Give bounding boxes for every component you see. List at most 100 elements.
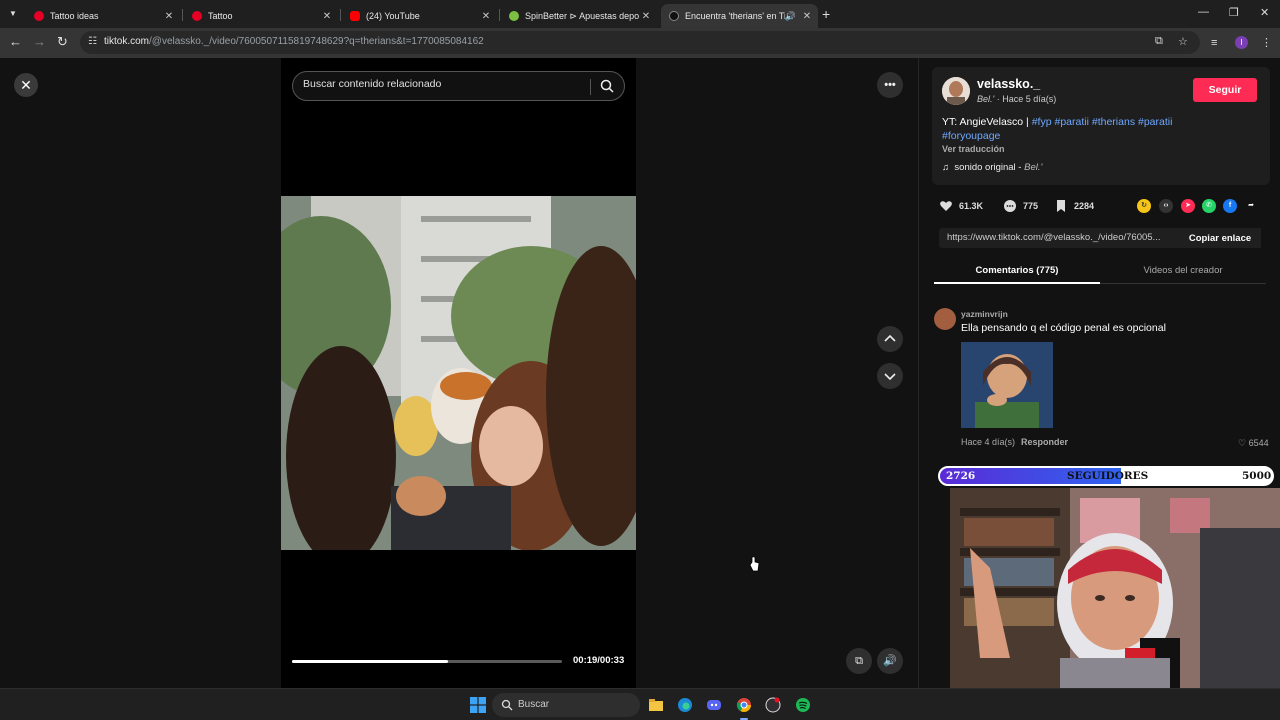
windows-start-icon[interactable] (470, 697, 486, 713)
tab-separator (182, 9, 183, 21)
windows-taskbar: Buscar (0, 688, 1280, 720)
file-explorer-icon[interactable] (648, 697, 664, 713)
heart-icon (940, 201, 952, 211)
repost-icon[interactable]: ↻ (1137, 199, 1151, 213)
comment-button[interactable]: 775 (1003, 196, 1038, 216)
follower-goal-bar: 2726 SEGUIDORES 5000 (938, 466, 1274, 486)
pinterest-icon (34, 11, 44, 21)
save-button[interactable]: 2284 (1054, 196, 1094, 216)
video-time: 00:19/00:33 (573, 655, 625, 666)
spotify-icon[interactable] (795, 697, 811, 713)
video-progress-bar[interactable] (292, 660, 562, 663)
menu-dots-icon[interactable]: ⋮ (1261, 36, 1272, 50)
close-icon[interactable]: ✕ (639, 11, 653, 22)
url-text[interactable]: tiktok.com/@velassko._/video/76005071158… (104, 36, 484, 47)
comment-age: Hace 4 día(s) (961, 437, 1016, 447)
profile-avatar[interactable]: I (1235, 36, 1248, 49)
discord-icon[interactable] (706, 697, 722, 713)
creator-avatar[interactable] (942, 77, 970, 105)
video-frame[interactable] (281, 196, 636, 550)
install-app-icon[interactable]: ⧉ (1155, 35, 1163, 48)
bookmark-star-icon[interactable]: ☆ (1178, 35, 1188, 48)
copy-link-button[interactable]: Copiar enlace (1179, 228, 1261, 248)
comment-count: 775 (1023, 201, 1039, 211)
related-search-bar[interactable] (292, 71, 625, 101)
site-info-icon[interactable]: ☷ (88, 36, 97, 47)
sticker-illustration (961, 342, 1053, 428)
tab-tattoo-ideas[interactable]: Tattoo ideas ✕ (26, 4, 180, 28)
follow-button[interactable]: Seguir (1193, 78, 1257, 102)
close-icon[interactable]: ✕ (320, 11, 334, 22)
close-video-button[interactable]: ✕ (14, 73, 38, 97)
sound-link[interactable]: ♫ sonido original - Bel.' (942, 162, 1042, 173)
tab-separator (499, 9, 500, 21)
panel-tabs: Comentarios (775) Videos del creador (934, 258, 1266, 284)
edge-icon[interactable] (677, 697, 693, 713)
window-close-icon[interactable]: ✕ (1260, 6, 1269, 19)
share-arrow-icon[interactable]: ➦ (1244, 199, 1258, 213)
bookmark-icon (1057, 200, 1065, 212)
minimize-icon[interactable]: — (1198, 6, 1209, 18)
related-search-input[interactable] (303, 78, 583, 90)
floating-player-button[interactable]: ⧉ (846, 648, 872, 674)
commenter-username[interactable]: yazminvrijn (961, 309, 1008, 319)
see-translation-link[interactable]: Ver traducción (942, 144, 1005, 154)
speaker-icon[interactable]: 🔊 (785, 11, 796, 22)
tab-tiktok[interactable]: Encuentra 'therians' en TikTok 🔊 ✕ (661, 4, 818, 28)
forward-icon[interactable]: → (33, 35, 46, 49)
previous-video-button[interactable] (877, 326, 903, 352)
commenter-avatar[interactable] (934, 308, 956, 330)
follower-goal-target: 5000 (1242, 470, 1272, 482)
chevron-up-icon (884, 334, 896, 342)
back-icon[interactable]: ← (9, 35, 22, 49)
tab-spinbetter[interactable]: SpinBetter ⊳ Apuestas deportiv ✕ (501, 4, 657, 28)
tab-title: Tattoo ideas (50, 11, 99, 21)
restore-icon[interactable]: ❐ (1229, 6, 1239, 19)
tab-title: SpinBetter ⊳ Apuestas deportiv (525, 10, 639, 21)
hashtag-link[interactable]: #paratii (1138, 116, 1172, 128)
obs-icon[interactable] (765, 697, 781, 713)
embed-icon[interactable]: ‹› (1159, 199, 1173, 213)
save-count: 2284 (1074, 201, 1095, 211)
share-link-text[interactable]: https://www.tiktok.com/@velassko._/video… (947, 232, 1173, 243)
address-bar[interactable]: ☷ tiktok.com/@velassko._/video/760050711… (80, 31, 1200, 54)
tab-search-menu-icon[interactable]: ▼ (6, 7, 20, 21)
reload-icon[interactable]: ↻ (57, 35, 68, 49)
search-icon[interactable] (599, 78, 615, 94)
toolbar: ← → ↻ ☷ tiktok.com/@velassko._/video/760… (0, 28, 1280, 58)
hashtag-link[interactable]: #therians (1092, 116, 1135, 128)
hashtag-link[interactable]: #foryoupage (942, 130, 1000, 142)
close-icon[interactable]: ✕ (479, 11, 493, 22)
action-bar: 61.3K 775 2284 ↻ ‹› ➤ ✆ f ➦ (939, 196, 1269, 216)
reply-link[interactable]: Responder (1021, 437, 1068, 447)
media-controls-icon[interactable]: ≡ (1211, 36, 1217, 50)
creator-username[interactable]: velassko._ (977, 77, 1040, 91)
whatsapp-icon[interactable]: ✆ (1202, 199, 1216, 213)
webcam-overlay (950, 488, 1280, 688)
tab-creator-videos[interactable]: Videos del creador (1100, 265, 1266, 276)
comment-like-button[interactable]: ♡ 6544 (1238, 438, 1269, 449)
video-player[interactable]: 00:19/00:33 (281, 58, 636, 688)
chevron-down-icon (884, 373, 896, 381)
taskbar-search[interactable]: Buscar (492, 693, 640, 717)
share-link-row: https://www.tiktok.com/@velassko._/video… (939, 228, 1261, 248)
more-options-button[interactable]: ••• (877, 72, 903, 98)
like-count: 61.3K (959, 201, 984, 211)
tiktok-icon (669, 11, 679, 21)
chrome-icon[interactable] (736, 697, 752, 713)
facebook-icon[interactable]: f (1223, 199, 1237, 213)
tab-youtube[interactable]: (24) YouTube ✕ (342, 4, 497, 28)
volume-button[interactable]: 🔊 (877, 648, 903, 674)
tab-tattoo[interactable]: Tattoo ✕ (184, 4, 338, 28)
next-video-button[interactable] (877, 363, 903, 389)
tab-comments[interactable]: Comentarios (775) (934, 265, 1100, 276)
close-icon[interactable]: ✕ (162, 11, 176, 22)
hashtag-link[interactable]: #fyp (1032, 116, 1052, 128)
hashtag-link[interactable]: #paratii (1055, 116, 1089, 128)
send-to-friends-icon[interactable]: ➤ (1181, 199, 1195, 213)
comment-bubble-icon (1004, 200, 1016, 212)
close-icon[interactable]: ✕ (800, 11, 814, 22)
new-tab-button[interactable]: + (822, 6, 830, 22)
like-button[interactable]: 61.3K (939, 196, 983, 216)
follower-goal-label: SEGUIDORES (1067, 470, 1149, 482)
